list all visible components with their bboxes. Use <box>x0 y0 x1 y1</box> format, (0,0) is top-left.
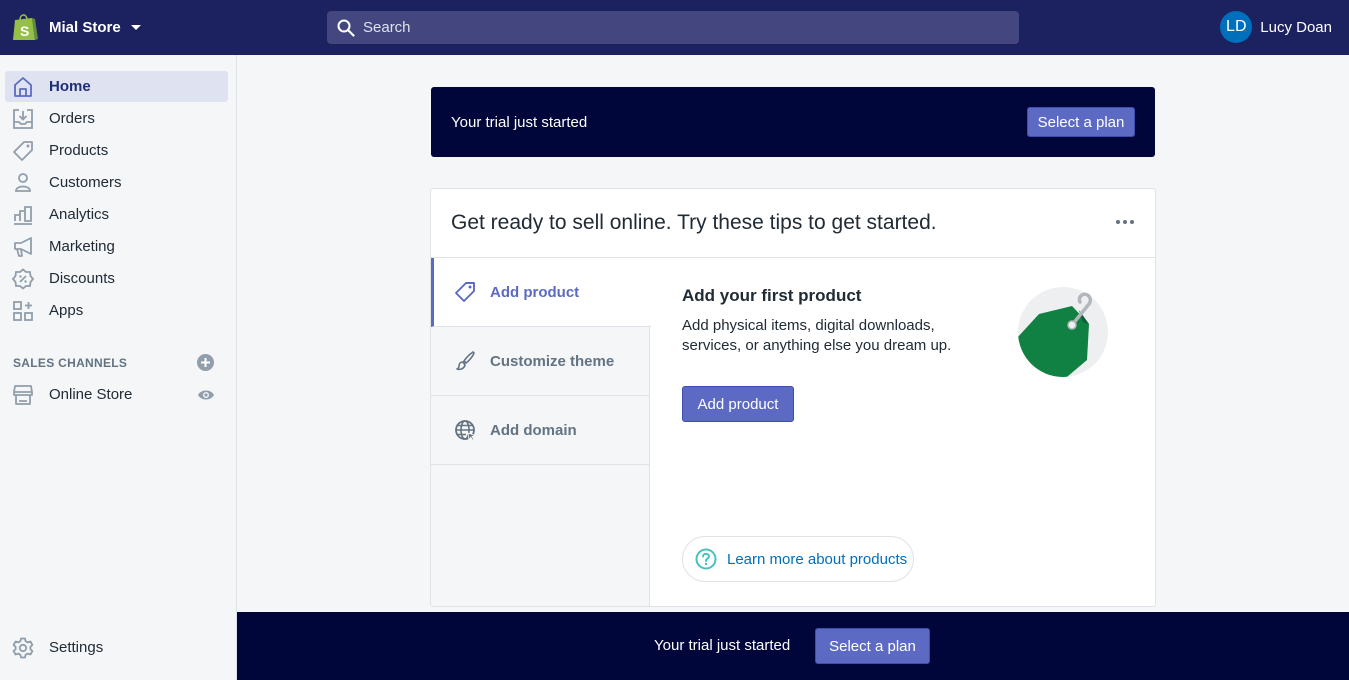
user-name: Lucy Doan <box>1260 18 1332 36</box>
store-switcher[interactable]: S Mial Store <box>12 12 141 42</box>
tab-label: Add domain <box>490 422 577 439</box>
sidebar-item-label: Analytics <box>49 206 110 223</box>
trial-banner-text: Your trial just started <box>451 113 588 131</box>
select-plan-button[interactable]: Select a plan <box>1027 107 1135 137</box>
tips-tabs: Add product Customize theme Add domain <box>431 258 651 606</box>
tab-label: Customize theme <box>490 353 615 370</box>
tag-icon <box>13 141 33 161</box>
sidebar-item-home[interactable]: Home <box>5 71 228 102</box>
search-bar[interactable] <box>327 11 1019 44</box>
chevron-down-icon <box>130 24 141 30</box>
store-icon <box>13 385 33 405</box>
home-icon <box>14 77 32 97</box>
person-icon <box>15 173 31 192</box>
top-bar: S Mial Store LD Lucy Doan <box>0 0 1349 55</box>
tab-customize-theme[interactable]: Customize theme <box>431 327 650 396</box>
store-name: Mial Store <box>49 18 121 36</box>
bottom-trial-text: Your trial just started <box>654 637 791 654</box>
svg-text:S: S <box>20 23 29 39</box>
sidebar-item-label: Discounts <box>49 270 115 287</box>
megaphone-icon <box>14 237 32 257</box>
sidebar-item-label: Home <box>49 78 91 95</box>
sidebar-item-marketing[interactable]: Marketing <box>5 231 228 262</box>
sales-channels-heading: SALES CHANNELS <box>13 356 128 370</box>
bottom-select-plan-button[interactable]: Select a plan <box>815 628 930 664</box>
tag-icon <box>455 282 475 302</box>
orders-icon <box>13 109 33 129</box>
gear-icon <box>12 637 34 659</box>
sidebar-item-label: Marketing <box>49 238 115 255</box>
tab-content-add-product: Add your first product Add physical item… <box>681 258 1151 606</box>
add-product-button[interactable]: Add product <box>682 386 794 422</box>
sidebar-item-apps[interactable]: Apps <box>5 295 228 326</box>
product-tag-illustration-icon <box>1018 287 1108 377</box>
sidebar-item-orders[interactable]: Orders <box>5 103 228 134</box>
sidebar-item-label: Online Store <box>49 386 133 403</box>
tab-label: Add product <box>490 284 580 301</box>
add-sales-channel-icon[interactable] <box>197 354 214 371</box>
trial-banner: Your trial just started Select a plan <box>431 87 1155 157</box>
globe-icon <box>455 420 476 441</box>
tips-card-title: Get ready to sell online. Try these tips… <box>451 211 937 234</box>
search-input[interactable] <box>363 19 963 36</box>
sidebar-item-label: Products <box>49 142 109 159</box>
sidebar: Home Orders Products Customers Analytics… <box>0 55 237 680</box>
sidebar-item-products[interactable]: Products <box>5 135 228 166</box>
learn-more-link[interactable]: Learn more about products <box>682 536 914 582</box>
sidebar-item-label: Settings <box>49 639 104 656</box>
learn-more-text: Learn more about products <box>727 550 908 568</box>
brush-icon <box>456 351 475 371</box>
user-menu[interactable]: LD Lucy Doan <box>1220 11 1332 43</box>
sidebar-item-label: Orders <box>49 110 95 127</box>
discount-icon <box>12 268 34 290</box>
shopify-logo-icon: S <box>13 14 38 40</box>
help-circle-icon <box>695 548 717 570</box>
sidebar-item-label: Customers <box>49 174 122 191</box>
main-content: Your trial just started Select a plan Ge… <box>237 55 1349 680</box>
content-heading: Add your first product <box>682 286 862 305</box>
sidebar-item-label: Apps <box>49 302 84 319</box>
sidebar-item-online-store[interactable]: Online Store <box>5 379 228 410</box>
sidebar-item-discounts[interactable]: Discounts <box>5 263 228 294</box>
tips-card-header: Get ready to sell online. Try these tips… <box>431 189 1155 258</box>
search-icon <box>337 19 355 37</box>
tab-add-domain[interactable]: Add domain <box>431 396 650 465</box>
sidebar-item-settings[interactable]: Settings <box>5 632 228 663</box>
bar-chart-icon <box>14 206 32 225</box>
more-actions-icon[interactable] <box>1116 220 1134 224</box>
apps-icon <box>13 301 33 321</box>
content-description: Add physical items, digital downloads, s… <box>682 317 952 354</box>
sidebar-item-customers[interactable]: Customers <box>5 167 228 198</box>
tab-add-product[interactable]: Add product <box>431 258 651 327</box>
sidebar-item-analytics[interactable]: Analytics <box>5 199 228 230</box>
eye-icon[interactable] <box>197 389 215 401</box>
tips-card: Get ready to sell online. Try these tips… <box>430 188 1156 607</box>
avatar: LD <box>1220 11 1253 43</box>
bottom-trial-banner: Your trial just started Select a plan <box>237 612 1349 680</box>
